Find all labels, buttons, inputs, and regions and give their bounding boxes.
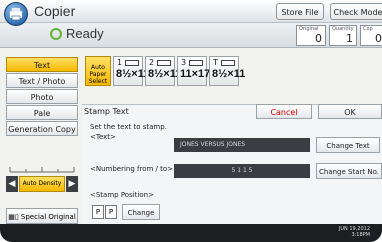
text-label: <Text> (90, 133, 116, 141)
mode-generation-copy-button[interactable]: Generation Copy (6, 121, 78, 136)
tray-bypass-button[interactable]: T 8½×11 (209, 56, 245, 86)
app-title: Copier (34, 3, 76, 19)
header-bar: Copier Store File Check Mode (0, 0, 382, 23)
mode-text-button[interactable]: Text (6, 57, 78, 72)
check-modes-button[interactable]: Check Mode (330, 3, 382, 20)
paper-tray-icon (157, 60, 171, 66)
special-original-icon: ▦▯ (8, 213, 21, 221)
paper-tray-icon (125, 60, 139, 66)
stamp-position-icon-2: P (105, 205, 117, 219)
paper-tray-icon (221, 60, 235, 66)
panel-title: Stamp Text (84, 107, 129, 116)
special-original-button[interactable]: ▦▯ Special Original (6, 208, 78, 224)
ready-status-icon (50, 28, 62, 40)
change-start-number-button[interactable]: Change Start No. (316, 163, 382, 179)
density-decrease-arrow-icon[interactable]: ◀ (6, 176, 18, 192)
mode-pale-button[interactable]: Pale (6, 105, 78, 120)
ready-status-text: Ready (66, 26, 104, 41)
copier-app-icon (4, 2, 28, 26)
bottom-bar (0, 224, 382, 242)
stamp-position-icon: P (92, 205, 104, 219)
density-scale (9, 167, 75, 173)
numbering-label: <Numbering from / to> (90, 165, 174, 173)
copies-counter: Cop 0 (360, 25, 382, 46)
quantity-counter: Quantity 1 (329, 25, 357, 46)
mode-text-photo-button[interactable]: Text / Photo (6, 73, 78, 88)
date-time: JUN 19,2012 3:18PM (338, 226, 370, 238)
tray-1-button[interactable]: 1 8½×11 (113, 56, 149, 86)
mode-photo-button[interactable]: Photo (6, 89, 78, 104)
numbering-field: 5 1 1 5 (174, 164, 310, 178)
density-control: ◀ Auto Density ▶ (6, 176, 78, 192)
store-file-button[interactable]: Store File (276, 3, 324, 20)
paper-tray-icon (189, 60, 203, 66)
tray-3-button[interactable]: 3 11×17 (177, 56, 210, 86)
ok-button[interactable]: OK (318, 104, 382, 119)
copier-screen: Copier Store File Check Mode Ready Origi… (0, 0, 382, 242)
cancel-button[interactable]: Cancel (256, 104, 312, 119)
change-text-button[interactable]: Change Text (316, 137, 380, 153)
tray-2-button[interactable]: 2 8½×11 (145, 56, 181, 86)
auto-density-button[interactable]: Auto Density (19, 176, 65, 192)
stamp-hint-text: Set the text to stamp. (90, 123, 167, 131)
status-bar: Ready Original 0 Quantity 1 Cop 0 (0, 23, 382, 48)
change-position-button[interactable]: Change (122, 204, 160, 220)
stamp-position-label: <Stamp Position> (90, 191, 154, 199)
auto-paper-select-button[interactable]: Auto Paper Select (85, 56, 111, 86)
original-counter: Original 0 (296, 25, 326, 46)
density-increase-arrow-icon[interactable]: ▶ (66, 176, 78, 192)
stamp-text-field: JONES VERSUS JONES (174, 138, 310, 152)
